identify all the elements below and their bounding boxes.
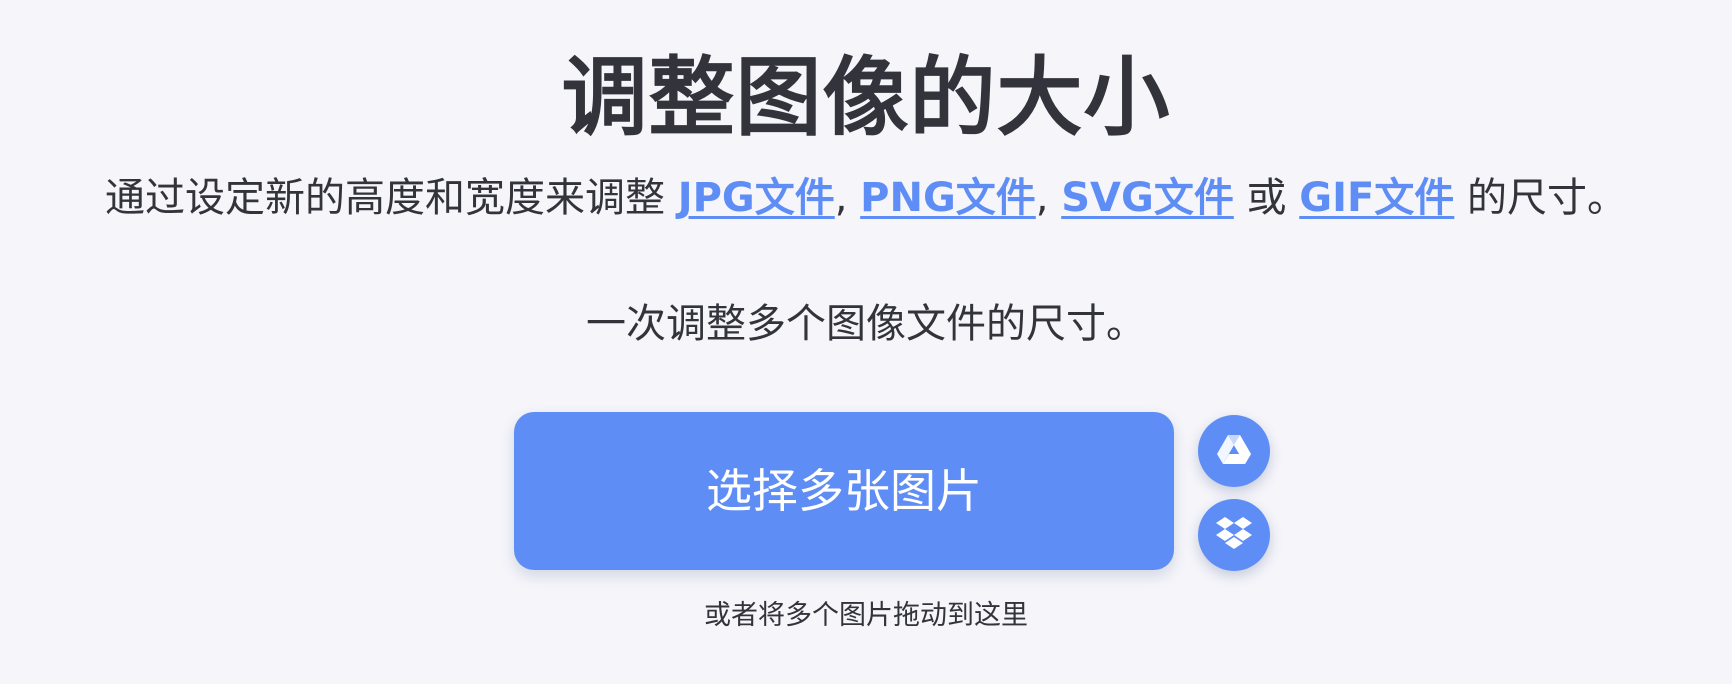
dropbox-button[interactable] bbox=[1198, 499, 1270, 571]
upload-area: 选择多张图片 bbox=[514, 412, 1174, 570]
google-drive-icon bbox=[1216, 433, 1252, 469]
description-text: 通过设定新的高度和宽度来调整 JPG文件, PNG文件, SVG文件 或 GIF… bbox=[60, 166, 1672, 230]
description-intro: 通过设定新的高度和宽度来调整 bbox=[104, 175, 678, 221]
dropbox-icon bbox=[1216, 516, 1252, 554]
separator: , bbox=[834, 175, 861, 221]
select-images-button[interactable]: 选择多张图片 bbox=[514, 412, 1174, 570]
link-svg[interactable]: SVG文件 bbox=[1061, 175, 1234, 221]
conjunction: 或 bbox=[1233, 175, 1300, 221]
google-drive-button[interactable] bbox=[1198, 415, 1270, 487]
link-gif[interactable]: GIF文件 bbox=[1299, 175, 1454, 221]
drag-drop-hint: 或者将多个图片拖动到这里 bbox=[704, 600, 1028, 631]
link-jpg[interactable]: JPG文件 bbox=[678, 175, 835, 221]
link-png[interactable]: PNG文件 bbox=[860, 175, 1036, 221]
separator: , bbox=[1035, 175, 1062, 221]
description-outro: 的尺寸。 bbox=[1454, 175, 1628, 221]
subline-text: 一次调整多个图像文件的尺寸。 bbox=[586, 301, 1146, 347]
page-title: 调整图像的大小 bbox=[561, 48, 1171, 148]
